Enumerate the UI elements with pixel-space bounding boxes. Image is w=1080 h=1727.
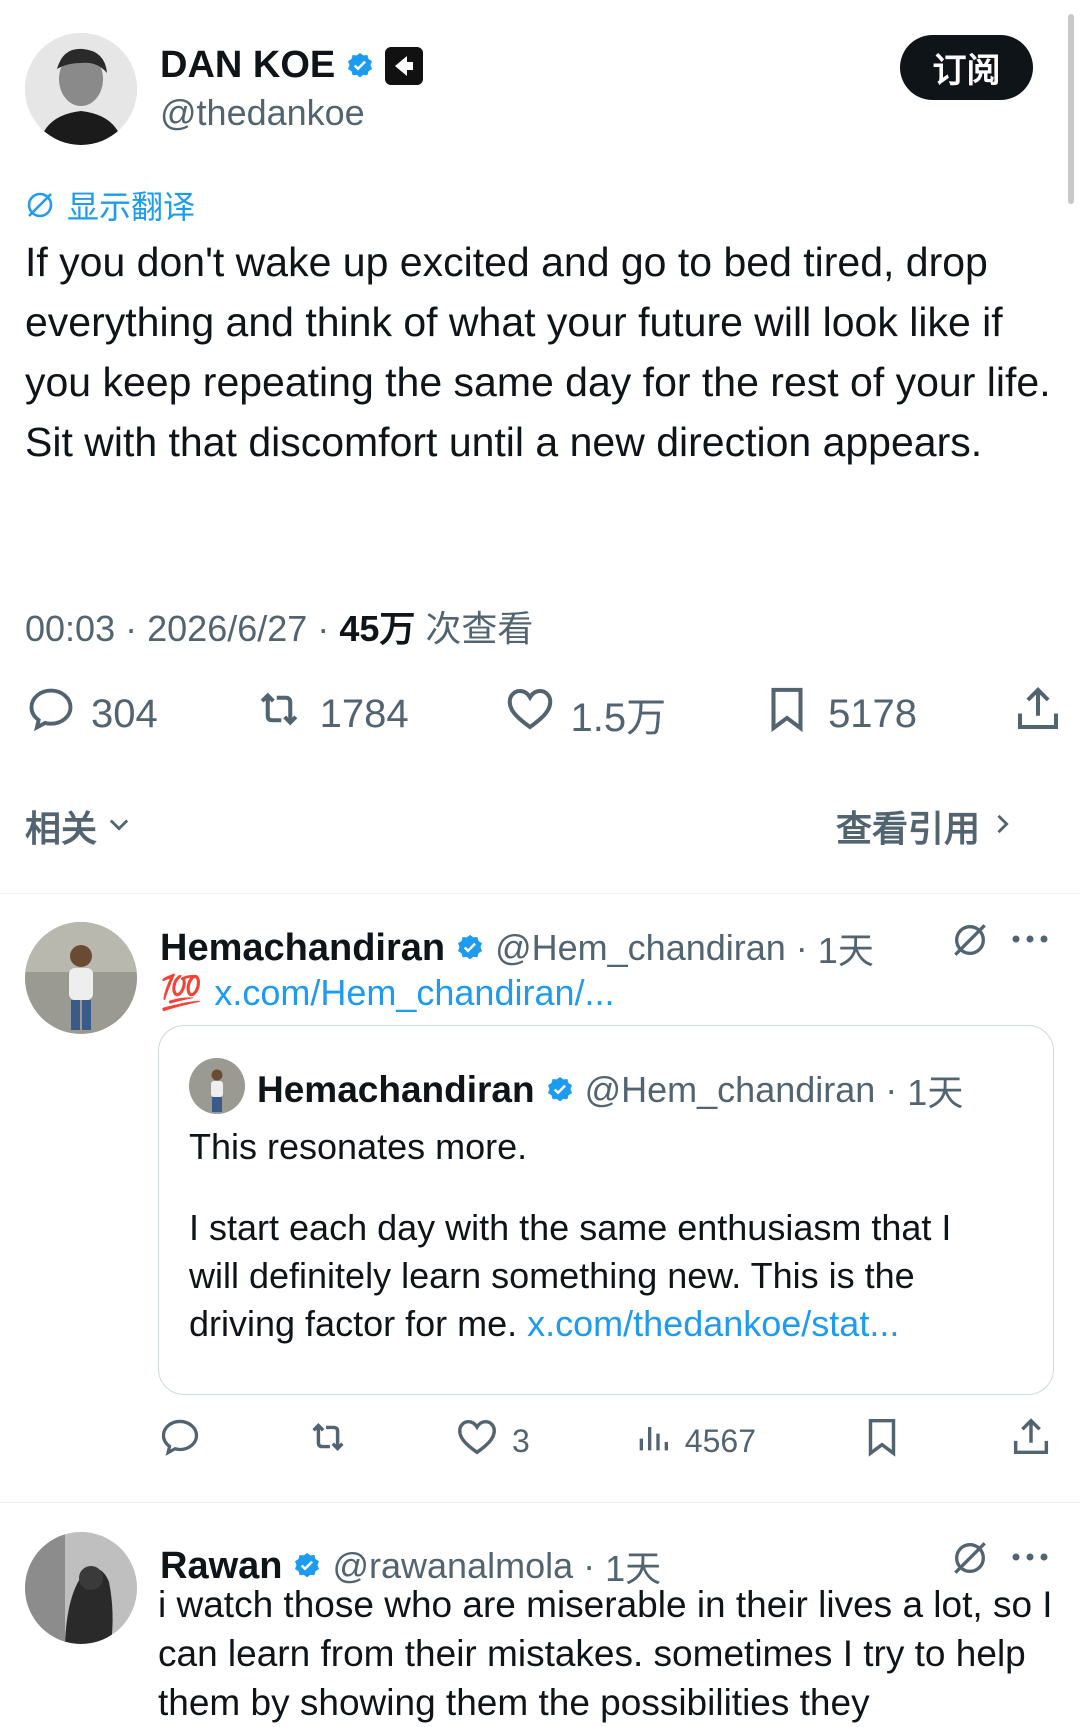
repost-icon [252,682,306,746]
repost-count: 1784 [319,691,409,736]
reply-author-handle[interactable]: @Hem_chandiran [495,927,786,969]
translate-icon[interactable] [950,1538,990,1578]
repost-button[interactable]: 1784 [252,682,409,746]
repost-button[interactable] [305,1414,351,1468]
quoted-age: 1天 [907,1072,964,1113]
reply-count: 304 [91,691,158,736]
repost-icon [305,1414,351,1468]
post-date[interactable]: 2026/6/27 [147,608,307,649]
translate-icon[interactable] [950,920,990,960]
verified-badge-icon [292,1551,322,1581]
verified-badge-icon [455,933,485,963]
like-count: 1.5万 [570,696,667,740]
subscribe-button[interactable]: 订阅 [900,35,1033,100]
show-translation-link[interactable]: 显示翻译 [67,182,195,228]
view-quotes-link[interactable]: 查看引用 [836,800,1016,852]
quoted-link[interactable]: x.com/thedankoe/stat... [527,1303,899,1344]
meta-separator: · [885,1069,898,1110]
meta-separator: · [317,608,330,649]
verified-badge-icon [345,51,375,81]
quoted-post[interactable]: Hemachandiran @Hem_chandiran · 1天 This r… [158,1025,1054,1395]
like-button[interactable]: 3 [454,1414,530,1468]
quoted-author-handle[interactable]: @Hem_chandiran [585,1069,876,1111]
bookmark-icon [859,1414,905,1468]
reply-text: i watch those who are miserable in their… [158,1584,1053,1723]
reply-icon [25,683,77,745]
share-button[interactable] [1008,1414,1054,1468]
view-count: 4567 [684,1422,756,1459]
post-time[interactable]: 00:03 [25,608,115,649]
more-options-icon[interactable] [1008,924,1052,954]
more-options-icon[interactable] [1008,1542,1052,1572]
heart-icon [454,1414,500,1468]
author-name[interactable]: DAN KOE [160,44,335,87]
meta-separator: · [125,608,138,649]
like-count: 3 [512,1422,530,1459]
post-text: If you don't wake up excited and go to b… [25,239,1051,465]
bookmark-count: 5178 [828,691,918,736]
reply-icon [158,1415,202,1467]
view-quotes-label: 查看引用 [835,808,980,849]
bookmark-button[interactable] [859,1414,905,1468]
divider [0,893,1080,894]
quoted-text-line1: This resonates more. [189,1126,528,1167]
share-icon [1008,1414,1054,1468]
like-button[interactable]: 1.5万 [503,682,667,746]
quoted-avatar[interactable] [189,1058,245,1114]
divider [0,1502,1080,1503]
analytics-icon [633,1417,673,1465]
reply-button[interactable] [158,1415,202,1467]
reply-link[interactable]: x.com/Hem_chandiran/... [214,972,614,1014]
author-avatar[interactable] [25,33,137,145]
chevron-right-icon [988,810,1016,843]
quoted-author-name[interactable]: Hemachandiran [257,1069,535,1111]
related-label: 相关 [25,808,98,849]
share-icon [1011,682,1065,746]
reply-button[interactable]: 304 [25,683,158,745]
chevron-down-icon [105,810,133,843]
reply-author-name[interactable]: Hemachandiran [160,927,445,970]
scrollbar[interactable] [1068,14,1074,204]
related-toggle[interactable]: 相关 [25,800,133,852]
affiliate-logo-icon [385,46,424,85]
heart-icon [503,682,557,746]
reply-avatar[interactable] [25,922,137,1034]
bookmark-icon [760,682,814,746]
view-count: 45万 [339,608,416,649]
meta-separator: · [795,927,808,968]
translate-icon [25,190,55,220]
view-label: 次查看 [425,608,534,649]
reply-avatar[interactable] [25,1532,137,1644]
hundred-points-emoji: 💯 [160,974,203,1012]
share-button[interactable] [1011,682,1065,746]
reply-age[interactable]: 1天 [818,922,874,974]
views-button[interactable]: 4567 [633,1417,756,1465]
verified-badge-icon [545,1075,575,1105]
bookmark-button[interactable]: 5178 [760,682,917,746]
author-handle[interactable]: @thedankoe [160,92,365,134]
